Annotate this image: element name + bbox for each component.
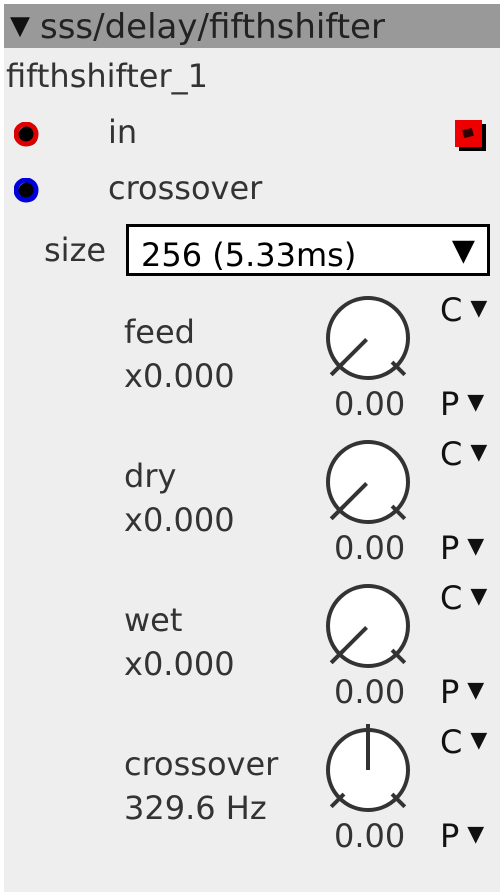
feed-knob[interactable] [322, 292, 414, 384]
param-value: x0.000 [124, 645, 235, 683]
param-crossover: crossover 329.6 Hz 0.00 C ▼ P ▼ [4, 724, 500, 868]
size-selected-value: 256 (5.33ms) [141, 236, 357, 274]
instance-name[interactable]: fifthshifter_1 [6, 56, 208, 96]
mode-p-dropdown[interactable]: P ▼ [440, 386, 484, 427]
wet-knob[interactable] [322, 580, 414, 672]
param-name: dry [124, 457, 177, 495]
param-feed: feed x0.000 0.00 C ▼ P ▼ [4, 292, 500, 436]
dropdown-arrow-icon: ▼ [467, 678, 485, 703]
output-jack-icon[interactable] [454, 119, 488, 153]
in-port-jack-icon[interactable] [14, 122, 40, 148]
knob-readout: 0.00 [334, 385, 406, 423]
dropdown-arrow-icon: ▼ [470, 440, 488, 465]
module-title: sss/delay/fifthshifter [40, 7, 385, 47]
mode-p-dropdown[interactable]: P ▼ [440, 674, 484, 715]
mode-p-dropdown[interactable]: P ▼ [440, 530, 484, 571]
dropdown-arrow-icon: ▼ [451, 233, 475, 268]
knob-readout: 0.00 [334, 673, 406, 711]
mode-c-dropdown[interactable]: C ▼ [440, 724, 487, 765]
param-dry: dry x0.000 0.00 C ▼ P ▼ [4, 436, 500, 580]
param-name: crossover [124, 745, 279, 783]
mode-c-dropdown[interactable]: C ▼ [440, 436, 487, 477]
size-label: size [44, 231, 107, 269]
mode-c-dropdown[interactable]: C ▼ [440, 580, 487, 621]
param-value: 329.6 Hz [124, 789, 267, 827]
param-name: feed [124, 313, 195, 351]
dropdown-arrow-icon: ▼ [467, 534, 485, 559]
dropdown-arrow-icon: ▼ [467, 822, 485, 847]
module-panel: ▼ sss/delay/fifthshifter fifthshifter_1 … [4, 4, 500, 892]
module-titlebar[interactable]: ▼ sss/delay/fifthshifter [4, 4, 500, 48]
collapse-arrow-icon[interactable]: ▼ [10, 12, 30, 40]
param-wet: wet x0.000 0.00 C ▼ P ▼ [4, 580, 500, 724]
param-name: wet [124, 601, 183, 639]
crossover-port-jack-icon[interactable] [14, 178, 40, 204]
dropdown-arrow-icon: ▼ [467, 390, 485, 415]
dropdown-arrow-icon: ▼ [470, 584, 488, 609]
port-label-in: in [108, 113, 138, 151]
knob-readout: 0.00 [334, 817, 406, 855]
dropdown-arrow-icon: ▼ [470, 728, 488, 753]
crossover-knob[interactable] [322, 724, 414, 816]
mode-p-dropdown[interactable]: P ▼ [440, 818, 484, 859]
param-value: x0.000 [124, 357, 235, 395]
dropdown-arrow-icon: ▼ [470, 296, 488, 321]
knob-readout: 0.00 [334, 529, 406, 567]
dry-knob[interactable] [322, 436, 414, 528]
mode-c-dropdown[interactable]: C ▼ [440, 292, 487, 333]
param-value: x0.000 [124, 501, 235, 539]
port-label-crossover: crossover [108, 169, 263, 207]
size-dropdown[interactable]: 256 (5.33ms) ▼ [126, 224, 490, 276]
